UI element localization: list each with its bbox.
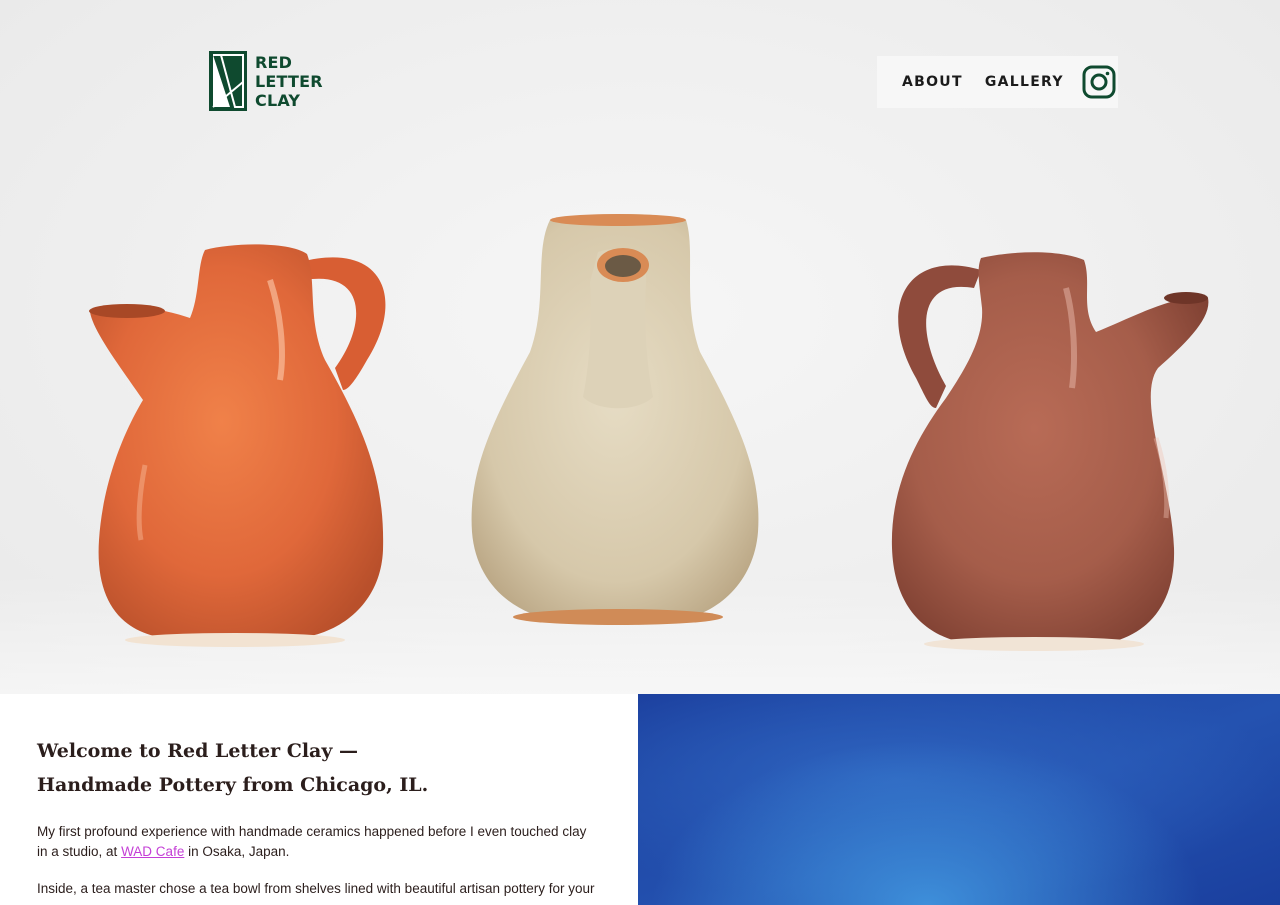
intro-paragraph-2: Inside, a tea master chose a tea bowl fr… xyxy=(37,881,595,896)
brown-pitcher xyxy=(891,252,1209,651)
main-nav: ABOUT GALLERY xyxy=(877,56,1118,108)
site-logo[interactable]: RED LETTER CLAY xyxy=(209,51,323,111)
intro-paragraph-1: My first profound experience with handma… xyxy=(37,822,597,862)
logo-line-1: RED xyxy=(255,52,293,72)
instagram-icon[interactable] xyxy=(1082,65,1116,99)
logo-line-3: CLAY xyxy=(255,90,301,110)
orange-pitcher xyxy=(89,244,386,647)
nav-gallery-link[interactable]: GALLERY xyxy=(985,74,1064,90)
headline-line-1: Welcome to Red Letter Clay — xyxy=(37,740,359,762)
p1-text-before: My first profound experience with handma… xyxy=(37,824,587,859)
page: RED LETTER CLAY ABOUT GALLERY Welcome to… xyxy=(0,0,1280,905)
logo-text: RED LETTER CLAY xyxy=(255,53,323,110)
logo-mark-icon xyxy=(209,51,247,111)
p1-text-after: in Osaka, Japan. xyxy=(184,844,290,859)
logo-line-2: LETTER xyxy=(255,71,323,91)
headline-line-2: Handmade Pottery from Chicago, IL. xyxy=(37,774,429,796)
nav-about-link[interactable]: ABOUT xyxy=(902,74,963,90)
wad-cafe-link[interactable]: WAD Cafe xyxy=(121,844,184,859)
cream-pitcher xyxy=(471,214,759,625)
intro-headline: Welcome to Red Letter Clay — Handmade Po… xyxy=(37,734,597,802)
blue-image-panel xyxy=(638,694,1280,905)
hero-image: RED LETTER CLAY ABOUT GALLERY xyxy=(0,0,1280,694)
